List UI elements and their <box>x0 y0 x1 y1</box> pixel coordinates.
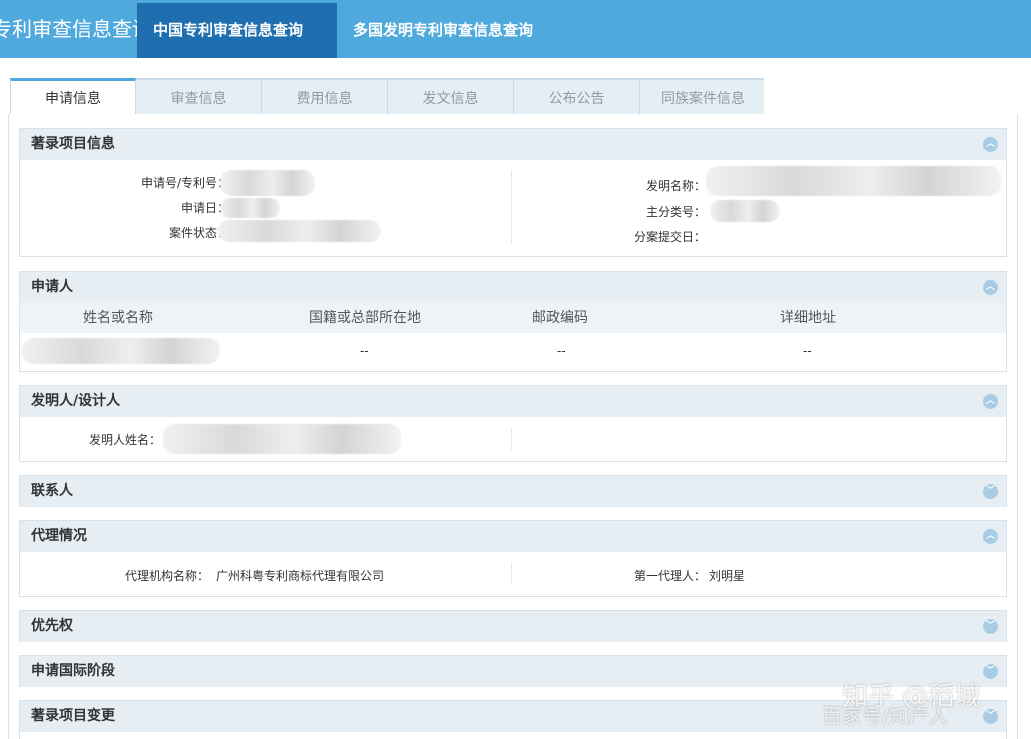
redacted-value <box>22 338 220 364</box>
section-applicant: 申请人 ︿ 姓名或名称 国籍或总部所在地 邮政编码 详细地址 -- -- -- <box>19 271 1007 372</box>
section-title: 发明人/设计人 <box>31 393 121 409</box>
section-title: 申请国际阶段 <box>31 663 115 679</box>
section-title: 优先权 <box>31 618 73 634</box>
tab-publication[interactable]: 公布公告 <box>514 80 640 114</box>
section-title: 联系人 <box>31 483 73 499</box>
section-title: 著录项目信息 <box>31 136 115 152</box>
section-header[interactable]: 优先权 ﹀ <box>20 611 1006 642</box>
section-inventor: 发明人/设计人 ︿ 发明人姓名： <box>19 385 1007 462</box>
tab-application-info[interactable]: 申请信息 <box>10 78 136 115</box>
top-header: 专利审查信息查询 中国专利审查信息查询 多国发明专利审查信息查询 <box>0 0 1031 58</box>
redacted-value <box>706 166 1001 196</box>
tab-dispatch-info[interactable]: 发文信息 <box>388 80 514 114</box>
section-header[interactable]: 代理情况 ︿ <box>20 521 1006 552</box>
agency-name-value: 广州科粤专利商标代理有限公司 <box>216 569 385 583</box>
section-header[interactable]: 联系人 ﹀ <box>20 476 1006 507</box>
label-inventor-name: 发明人姓名： <box>88 433 161 447</box>
redacted-value <box>710 200 780 222</box>
expand-icon[interactable]: ﹀ <box>983 619 998 634</box>
section-contact: 联系人 ﹀ <box>19 475 1007 507</box>
tab-bar: 申请信息 审查信息 费用信息 发文信息 公布公告 同族案件信息 <box>10 78 766 115</box>
collapse-icon[interactable]: ︿ <box>983 280 998 295</box>
expand-icon[interactable]: ﹀ <box>983 709 998 724</box>
cell-address: -- <box>803 344 812 358</box>
expand-icon[interactable]: ﹀ <box>983 664 998 679</box>
first-agent-value: 刘明星 <box>709 569 746 583</box>
label-first-agent: 第一代理人： <box>633 569 706 583</box>
label-agency-name: 代理机构名称： <box>124 569 209 583</box>
table-header: 姓名或名称 国籍或总部所在地 邮政编码 详细地址 <box>20 303 1006 333</box>
column-header-postal-code: 邮政编码 <box>532 310 588 326</box>
tab-examination-info[interactable]: 审查信息 <box>136 80 262 114</box>
section-header[interactable]: 发明人/设计人 ︿ <box>20 386 1006 417</box>
nav-multi-country-query[interactable]: 多国发明专利审查信息查询 <box>337 3 549 58</box>
section-priority: 优先权 ﹀ <box>19 610 1007 642</box>
column-divider <box>511 170 512 244</box>
collapse-icon[interactable]: ︿ <box>983 529 998 544</box>
tab-family-cases[interactable]: 同族案件信息 <box>640 80 766 114</box>
tab-fee-info[interactable]: 费用信息 <box>262 80 388 114</box>
column-divider <box>511 428 512 450</box>
label-invention-title: 发明名称： <box>645 179 706 193</box>
section-header[interactable]: 申请人 ︿ <box>20 272 1006 303</box>
redacted-value <box>163 424 401 454</box>
section-title: 代理情况 <box>31 528 87 544</box>
label-main-classification: 主分类号： <box>645 205 706 219</box>
section-bibliographic: 著录项目信息 ︿ 申请号/专利号： 申请日： 案件状态： 发明名称： 主分类号：… <box>19 128 1007 257</box>
nav-china-patent-query[interactable]: 中国专利审查信息查询 <box>137 3 337 58</box>
redacted-value <box>220 170 315 196</box>
label-application-number: 申请号/专利号： <box>140 176 229 190</box>
label-division-date: 分案提交日： <box>633 230 706 244</box>
redacted-value <box>218 220 381 242</box>
column-header-address: 详细地址 <box>780 310 836 326</box>
site-brand: 专利审查信息查询 <box>0 17 137 41</box>
section-title: 申请人 <box>31 279 73 295</box>
section-header[interactable]: 著录项目信息 ︿ <box>20 129 1006 160</box>
section-title: 著录项目变更 <box>31 708 115 724</box>
collapse-icon[interactable]: ︿ <box>983 137 998 152</box>
cell-nationality: -- <box>360 344 369 358</box>
column-header-name: 姓名或名称 <box>83 310 153 326</box>
redacted-value <box>220 198 280 218</box>
collapse-icon[interactable]: ︿ <box>983 394 998 409</box>
column-header-nationality: 国籍或总部所在地 <box>309 310 421 326</box>
expand-icon[interactable]: ﹀ <box>983 484 998 499</box>
section-agency: 代理情况 ︿ 代理机构名称： 广州科粤专利商标代理有限公司 第一代理人： 刘明星 <box>19 520 1007 597</box>
column-divider <box>511 563 512 585</box>
cell-postal-code: -- <box>557 344 566 358</box>
watermark-baijiahao: 百家号/知产人 <box>822 704 949 728</box>
